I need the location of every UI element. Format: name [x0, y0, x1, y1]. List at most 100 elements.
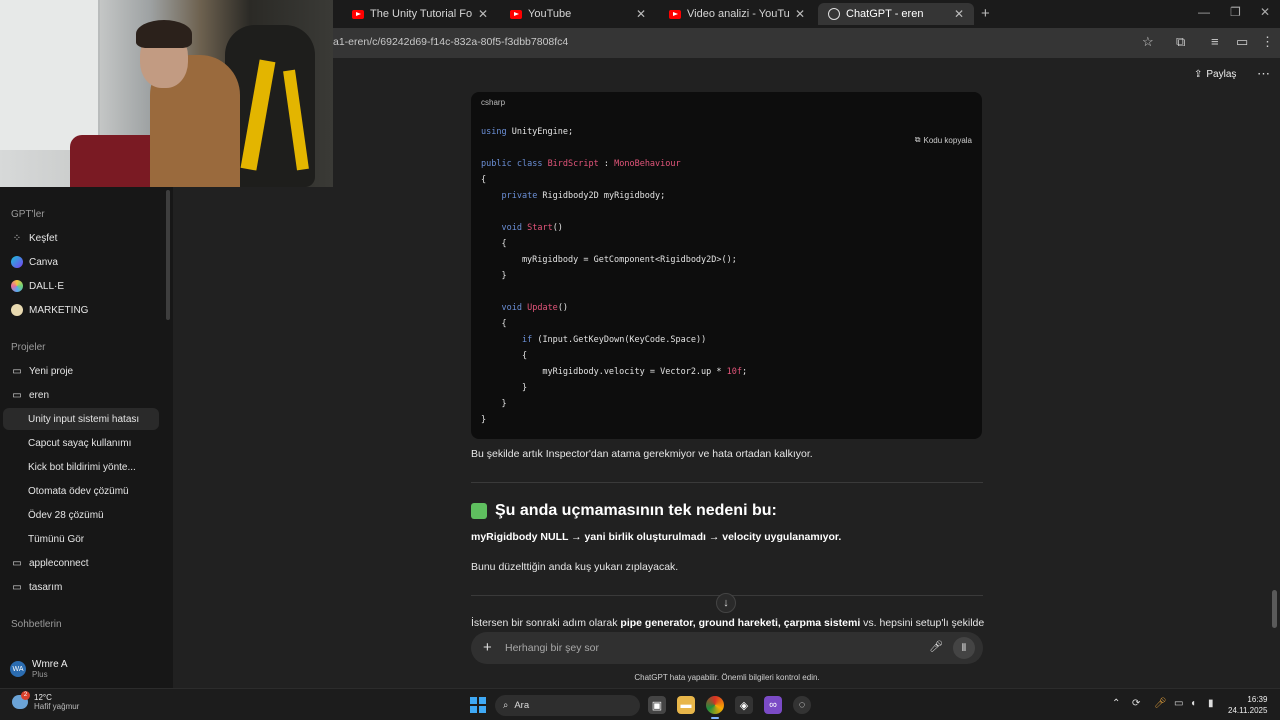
volume-icon[interactable]: ◖	[1190, 698, 1196, 709]
code-token: if	[521, 335, 533, 345]
visual-studio-icon[interactable]: ∞	[764, 696, 782, 714]
code-line: if (Input.GetKeyDown(KeyCode.Space))	[481, 332, 747, 348]
main-scrollbar[interactable]	[1272, 590, 1277, 628]
restore-icon[interactable]: ❐	[1230, 5, 1241, 19]
gpts-section-title: GPT'ler	[11, 209, 45, 220]
extensions-icon[interactable]: ⧉	[1176, 34, 1185, 50]
close-tab-icon[interactable]: ✕	[478, 7, 488, 21]
code-token: (Input.GetKeyDown(KeyCode.Space))	[532, 335, 707, 345]
clock[interactable]: 16:39 24.11.2025	[1228, 694, 1267, 716]
next-step-prefix: İstersen bir sonraki adım olarak	[471, 617, 621, 629]
close-tab-icon[interactable]: ✕	[954, 7, 964, 21]
sidebar-item-label: Otomata ödev çözümü	[28, 485, 129, 497]
see-all-link[interactable]: Tümünü Gör	[3, 528, 159, 550]
task-view-icon[interactable]: ▣	[648, 696, 666, 714]
code-token: myRigidbody = GetComponent<Rigidbody2D>(…	[481, 255, 737, 265]
chrome-icon[interactable]	[706, 696, 724, 719]
code-line: {	[481, 236, 747, 252]
sidebar-item-canva[interactable]: Canva	[3, 251, 159, 273]
profile-text: Wmre A Plus	[32, 659, 68, 679]
folder-icon: ▭	[12, 581, 22, 593]
media-controls-icon[interactable]: ≡	[1211, 34, 1219, 49]
projects-section-title: Projeler	[11, 342, 46, 353]
copy-code-button[interactable]: ⧉ Kodu kopyala	[915, 135, 972, 145]
sidebar-item-label: Unity input sistemi hatası	[28, 413, 140, 425]
mic-tray-icon[interactable]: 🎤︎	[1154, 698, 1167, 709]
more-options-icon[interactable]: ⋯	[1257, 66, 1270, 82]
tab-chatgpt[interactable]: ChatGPT - eren ✕	[818, 3, 974, 25]
code-line: }	[481, 380, 747, 396]
clock-time: 16:39	[1247, 695, 1268, 704]
share-button[interactable]: ⇪ Paylaş	[1194, 69, 1236, 80]
sidebar-item-appleconnect[interactable]: ▭ appleconnect	[3, 552, 159, 574]
sidebar-scrollbar[interactable]	[166, 190, 170, 320]
close-tab-icon[interactable]: ✕	[795, 7, 805, 21]
profile-icon[interactable]: ▭	[1236, 34, 1248, 50]
code-token: :	[598, 159, 615, 169]
code-token: Start	[527, 223, 553, 233]
sidebar-item-tasarim[interactable]: ▭ tasarım	[3, 576, 159, 598]
chat-odev-28[interactable]: Ödev 28 çözümü	[3, 504, 159, 526]
app-icon[interactable]: ◌	[793, 696, 811, 714]
minimize-icon[interactable]: —	[1198, 5, 1210, 19]
chat-capcut[interactable]: Capcut sayaç kullanımı	[3, 432, 159, 454]
divider	[471, 482, 983, 483]
code-line: private Rigidbody2D myRigidbody;	[481, 188, 747, 204]
sidebar-item-dalle[interactable]: DALL·E	[3, 275, 159, 297]
chat-unity-input[interactable]: Unity input sistemi hatası	[3, 408, 159, 430]
sidebar-item-explore[interactable]: ⁘ Keşfet	[3, 227, 159, 249]
voice-mode-button[interactable]: ⦀	[953, 637, 975, 659]
unity-icon[interactable]: ◈	[735, 696, 753, 714]
browser-menu-icon[interactable]: ⋮	[1261, 34, 1274, 50]
code-token: MonoBehaviour	[614, 159, 681, 169]
tab-youtube[interactable]: YouTube ✕	[500, 3, 656, 25]
copy-code-label: Kodu kopyala	[923, 135, 972, 145]
add-attachment-icon[interactable]: +	[483, 639, 492, 656]
close-tab-icon[interactable]: ✕	[636, 7, 646, 21]
tab-unity-tutorial[interactable]: The Unity Tutorial For Complete ✕	[342, 3, 498, 25]
code-token: }	[481, 383, 528, 393]
sidebar-item-eren[interactable]: ▭ eren	[3, 384, 159, 406]
sidebar-item-label: Yeni proje	[29, 365, 74, 377]
profile-menu[interactable]: WA Wmre A Plus	[0, 650, 173, 688]
close-window-icon[interactable]: ✕	[1260, 5, 1270, 19]
code-token: ()	[552, 223, 563, 233]
code-line: {	[481, 172, 747, 188]
tab-title: Video analizi - YouTube Studio	[687, 8, 789, 20]
copy-icon: ⧉	[914, 135, 921, 144]
sync-icon[interactable]: ⟳	[1132, 698, 1140, 709]
code-token: using	[481, 127, 507, 137]
display-icon[interactable]: ▭	[1174, 698, 1183, 709]
prompt-input[interactable]	[505, 638, 885, 658]
taskbar: 2 12°C Hafif yağmur ⌕ Ara ▣ ▬ ◈ ∞ ◌ ⌃ ⟳ …	[0, 688, 1280, 720]
code-line: }	[481, 268, 747, 284]
file-explorer-icon[interactable]: ▬	[677, 696, 695, 714]
chat-otomata[interactable]: Otomata ödev çözümü	[3, 480, 159, 502]
sidebar-item-label: Canva	[29, 256, 58, 268]
url-text[interactable]: a1-eren/c/69242d69-f14c-832a-80f5-f3dbb7…	[333, 36, 568, 48]
code-line: public class BirdScript : MonoBehaviour	[481, 156, 747, 172]
chat-kick-bot[interactable]: Kick bot bildirimi yönte...	[3, 456, 159, 478]
code-token: {	[481, 319, 507, 329]
tray-expand-icon[interactable]: ⌃	[1112, 698, 1120, 709]
weather-widget[interactable]: 2 12°C Hafif yağmur	[12, 691, 79, 711]
taskbar-search[interactable]: ⌕ Ara	[495, 695, 640, 716]
scroll-down-button[interactable]: ↓	[716, 593, 736, 613]
code-token: }	[481, 399, 507, 409]
fix-line: Bunu düzelttiğin anda kuş yukarı zıplaya…	[471, 561, 679, 573]
code-token: UnityEngine;	[506, 127, 574, 137]
new-tab-icon[interactable]: +	[981, 5, 990, 22]
windows-start-icon[interactable]	[470, 697, 486, 713]
battery-icon[interactable]: ▮	[1208, 698, 1214, 709]
bookmark-star-icon[interactable]: ☆	[1142, 34, 1154, 50]
code-language: csharp	[481, 98, 506, 107]
microphone-icon[interactable]: 🎤︎	[929, 640, 943, 653]
chatgpt-icon	[828, 8, 840, 20]
profile-name: Wmre A	[32, 659, 68, 670]
tab-youtube-studio[interactable]: Video analizi - YouTube Studio ✕	[659, 3, 815, 25]
code-token: {	[481, 239, 507, 249]
code-token: myRigidbody.velocity = Vector2.up *	[481, 367, 727, 377]
sidebar-item-marketing[interactable]: MARKETING	[3, 299, 159, 321]
sidebar-item-new-project[interactable]: ▭ Yeni proje	[3, 360, 159, 382]
